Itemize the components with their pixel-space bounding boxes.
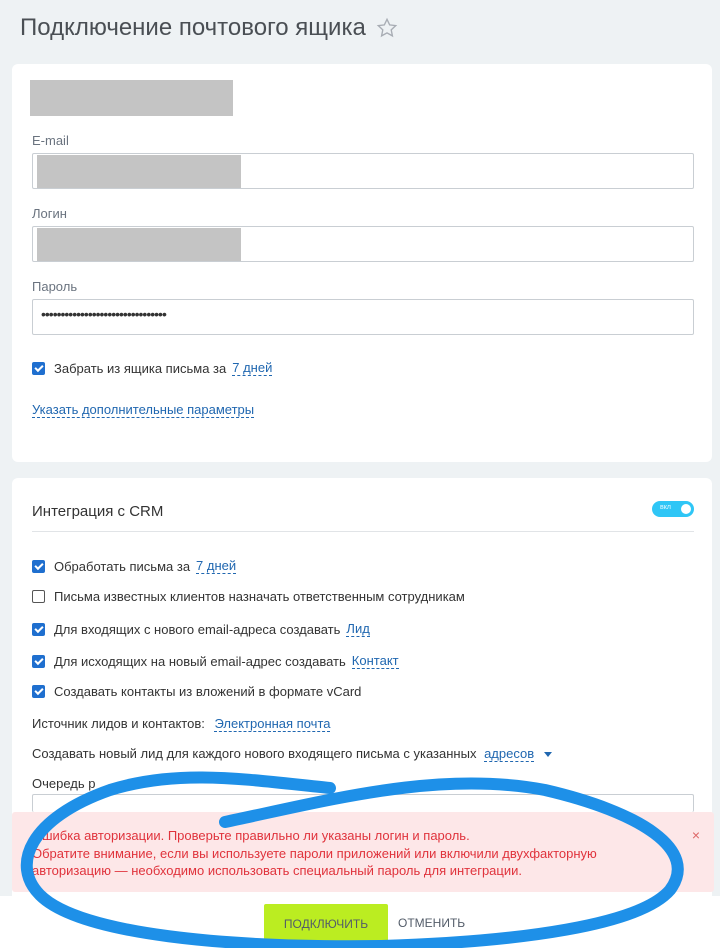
vcard-row: Создавать контакты из вложений в формате… <box>32 684 361 699</box>
incoming-label: Для входящих с нового email-адреса созда… <box>54 621 341 637</box>
process-mail-checkbox[interactable] <box>32 559 45 573</box>
fetch-mail-checkbox[interactable] <box>32 361 45 375</box>
password-value: •••••••••••••••••••••••••••••••• <box>41 306 167 322</box>
page-title: Подключение почтового ящика <box>20 14 398 42</box>
error-line-3: авторизацию — необходимо использовать сп… <box>32 863 522 878</box>
error-line-1: Ошибка авторизации. Проверьте правильно … <box>32 828 470 843</box>
section-divider <box>32 531 694 532</box>
outgoing-entity-link[interactable]: Контакт <box>351 653 399 669</box>
chevron-down-icon[interactable] <box>543 752 552 758</box>
queue-field[interactable] <box>32 794 694 812</box>
fetch-mail-label: Забрать из ящика письма за <box>54 360 227 376</box>
password-label: Пароль <box>32 279 78 294</box>
login-field[interactable] <box>32 226 694 262</box>
cancel-button[interactable]: ОТМЕНИТЬ <box>398 916 465 930</box>
outgoing-row: Для исходящих на новый email-адрес созда… <box>32 653 399 669</box>
star-icon[interactable] <box>376 17 398 39</box>
password-field[interactable]: •••••••••••••••••••••••••••••••• <box>32 299 694 335</box>
source-link[interactable]: Электронная почта <box>214 716 331 732</box>
fetch-mail-row: Забрать из ящика письма за 7 дней <box>32 360 273 376</box>
toggle-knob <box>681 504 691 514</box>
vcard-label: Создавать контакты из вложений в формате… <box>54 684 362 699</box>
crm-section-title: Интеграция с CRM <box>32 503 164 520</box>
email-value-redacted <box>37 155 241 188</box>
process-period-link[interactable]: 7 дней <box>196 558 237 574</box>
incoming-checkbox[interactable] <box>32 622 45 636</box>
queue-row: Очередь р <box>32 776 96 791</box>
fetch-period-link[interactable]: 7 дней <box>232 360 273 376</box>
crm-toggle-label: вкл <box>660 504 671 511</box>
assign-row: Письма известных клиентов назначать отве… <box>32 589 465 604</box>
new-lead-row: Создавать новый лид для каждого нового в… <box>32 746 552 762</box>
email-label: E-mail <box>32 133 69 148</box>
vcard-checkbox[interactable] <box>32 685 45 698</box>
mailbox-name-redacted <box>30 80 233 116</box>
assign-label: Письма известных клиентов назначать отве… <box>54 589 465 604</box>
source-label: Источник лидов и контактов: <box>32 716 205 731</box>
process-mail-row: Обработать письма за 7 дней <box>32 558 237 574</box>
addresses-dropdown[interactable]: адресов <box>484 746 535 762</box>
outgoing-checkbox[interactable] <box>32 654 45 668</box>
queue-label: Очередь р <box>32 776 96 791</box>
incoming-row: Для входящих с нового email-адреса созда… <box>32 621 370 637</box>
crm-toggle[interactable]: вкл <box>652 501 694 517</box>
outgoing-label: Для исходящих на новый email-адрес созда… <box>54 653 346 669</box>
assign-checkbox[interactable] <box>32 590 45 603</box>
new-lead-label: Создавать новый лид для каждого нового в… <box>32 746 477 761</box>
incoming-entity-link[interactable]: Лид <box>346 621 370 637</box>
error-alert: Ошибка авторизации. Проверьте правильно … <box>12 812 714 892</box>
mailbox-card: E-mail Логин Пароль ••••••••••••••••••••… <box>12 64 712 462</box>
error-line-2: Обратите внимание, если вы используете п… <box>32 845 597 861</box>
connect-button[interactable]: ПОДКЛЮЧИТЬ <box>264 904 388 944</box>
advanced-params-link[interactable]: Указать дополнительные параметры <box>32 402 255 418</box>
close-icon[interactable]: × <box>692 827 700 843</box>
error-message: Ошибка авторизации. Проверьте правильно … <box>32 827 672 880</box>
page-title-text: Подключение почтового ящика <box>20 14 366 41</box>
email-field[interactable] <box>32 153 694 189</box>
process-mail-label: Обработать письма за <box>54 558 191 574</box>
login-label: Логин <box>32 206 67 221</box>
login-value-redacted <box>37 228 241 261</box>
source-row: Источник лидов и контактов: Электронная … <box>32 716 331 732</box>
